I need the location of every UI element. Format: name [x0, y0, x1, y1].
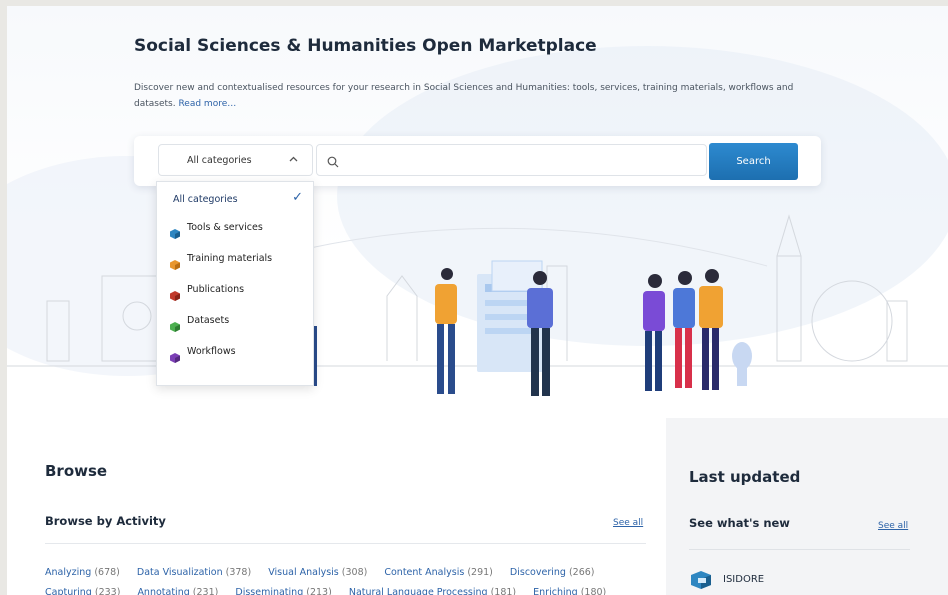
- activity-link[interactable]: Data Visualization (378): [137, 567, 251, 578]
- read-more-link[interactable]: Read more…: [178, 99, 236, 109]
- activity-link[interactable]: Natural Language Processing (181): [349, 587, 516, 595]
- dropdown-item-label: All categories: [173, 194, 238, 205]
- activity-link[interactable]: Content Analysis (291): [384, 567, 493, 578]
- dropdown-item-workflows[interactable]: Workflows: [157, 338, 313, 369]
- workflows-cube-icon: [170, 353, 180, 363]
- dropdown-item-label: Datasets: [187, 315, 230, 326]
- activity-link[interactable]: Visual Analysis (308): [268, 567, 367, 578]
- search-input[interactable]: [345, 147, 699, 175]
- activity-count: (266): [568, 567, 595, 578]
- chevron-up-icon: [289, 153, 298, 168]
- dropdown-item-training-materials[interactable]: Training materials: [157, 245, 313, 276]
- last-updated-heading: Last updated: [689, 468, 801, 486]
- divider: [689, 549, 910, 550]
- activity-count: (213): [306, 587, 332, 595]
- activity-count: (291): [467, 567, 493, 578]
- browse-see-all-link[interactable]: See all: [613, 518, 643, 528]
- browse-by-activity-heading: Browse by Activity: [45, 514, 166, 528]
- dropdown-item-tools-services[interactable]: Tools & services: [157, 214, 313, 245]
- activity-name: Capturing: [45, 587, 92, 595]
- search-icon: [327, 153, 339, 172]
- activity-name: Discovering: [509, 567, 566, 578]
- dropdown-item-label: Training materials: [187, 253, 273, 264]
- activity-name: Enriching: [533, 587, 578, 595]
- activity-link[interactable]: Enriching (180): [533, 587, 606, 595]
- divider: [45, 543, 646, 544]
- dropdown-item-label: Tools & services: [187, 222, 263, 233]
- activity-name: Disseminating: [235, 587, 304, 595]
- checkmark-icon: ✓: [292, 190, 303, 205]
- datasets-cube-icon: [170, 322, 180, 332]
- activity-link[interactable]: Discovering (266): [510, 567, 595, 578]
- dropdown-item-label: Publications: [187, 284, 245, 295]
- browse-heading: Browse: [45, 462, 108, 480]
- see-whats-new-heading: See what's new: [689, 516, 790, 530]
- search-button[interactable]: Search: [709, 143, 798, 180]
- activity-count: (378): [225, 567, 252, 578]
- dropdown-item-label: Workflows: [187, 346, 236, 357]
- page: Social Sciences & Humanities Open Market…: [7, 6, 948, 595]
- activity-count: (181): [490, 587, 517, 595]
- activity-name: Visual Analysis: [268, 567, 339, 578]
- hero-illustration: [7, 214, 948, 396]
- dropdown-item-all-categories[interactable]: All categories ✓: [157, 182, 313, 214]
- category-select[interactable]: All categories: [158, 144, 313, 176]
- dropdown-item-publications[interactable]: Publications: [157, 276, 313, 307]
- search-box: All categories Search: [134, 136, 821, 186]
- last-updated-panel: Last updated See what's new See all ISID…: [666, 418, 948, 595]
- activity-name: Analyzing: [45, 567, 92, 578]
- activity-link[interactable]: Annotating (231): [137, 587, 218, 595]
- activity-count: (678): [94, 567, 120, 578]
- category-dropdown-menu: All categories ✓ Tools & services Traini…: [156, 181, 314, 386]
- activity-count: (180): [580, 587, 607, 595]
- tools-services-cube-icon: [170, 229, 180, 239]
- activity-list: Analyzing (678) Data Visualization (378)…: [45, 563, 645, 595]
- activity-name: Data Visualization: [136, 567, 223, 578]
- search-field[interactable]: [316, 144, 707, 176]
- publications-cube-icon: [170, 291, 180, 301]
- activity-name: Annotating: [137, 587, 190, 595]
- activity-name: Natural Language Processing: [348, 587, 488, 595]
- hero-description: Discover new and contextualised resource…: [134, 80, 834, 112]
- dropdown-item-datasets[interactable]: Datasets: [157, 307, 313, 338]
- tools-services-cube-icon: [691, 571, 711, 589]
- last-updated-see-all-link[interactable]: See all: [878, 521, 908, 531]
- last-updated-item-name: ISIDORE: [723, 574, 765, 585]
- activity-count: (308): [341, 567, 368, 578]
- activity-link[interactable]: Capturing (233): [45, 587, 120, 595]
- page-title: Social Sciences & Humanities Open Market…: [134, 36, 597, 56]
- activity-name: Content Analysis: [384, 567, 465, 578]
- activity-count: (231): [192, 587, 219, 595]
- activity-link[interactable]: Disseminating (213): [235, 587, 331, 595]
- hero-section: Social Sciences & Humanities Open Market…: [7, 6, 948, 418]
- training-materials-cube-icon: [170, 260, 180, 270]
- category-select-label: All categories: [187, 155, 252, 166]
- activity-link[interactable]: Analyzing (678): [45, 567, 120, 578]
- activity-count: (233): [94, 587, 121, 595]
